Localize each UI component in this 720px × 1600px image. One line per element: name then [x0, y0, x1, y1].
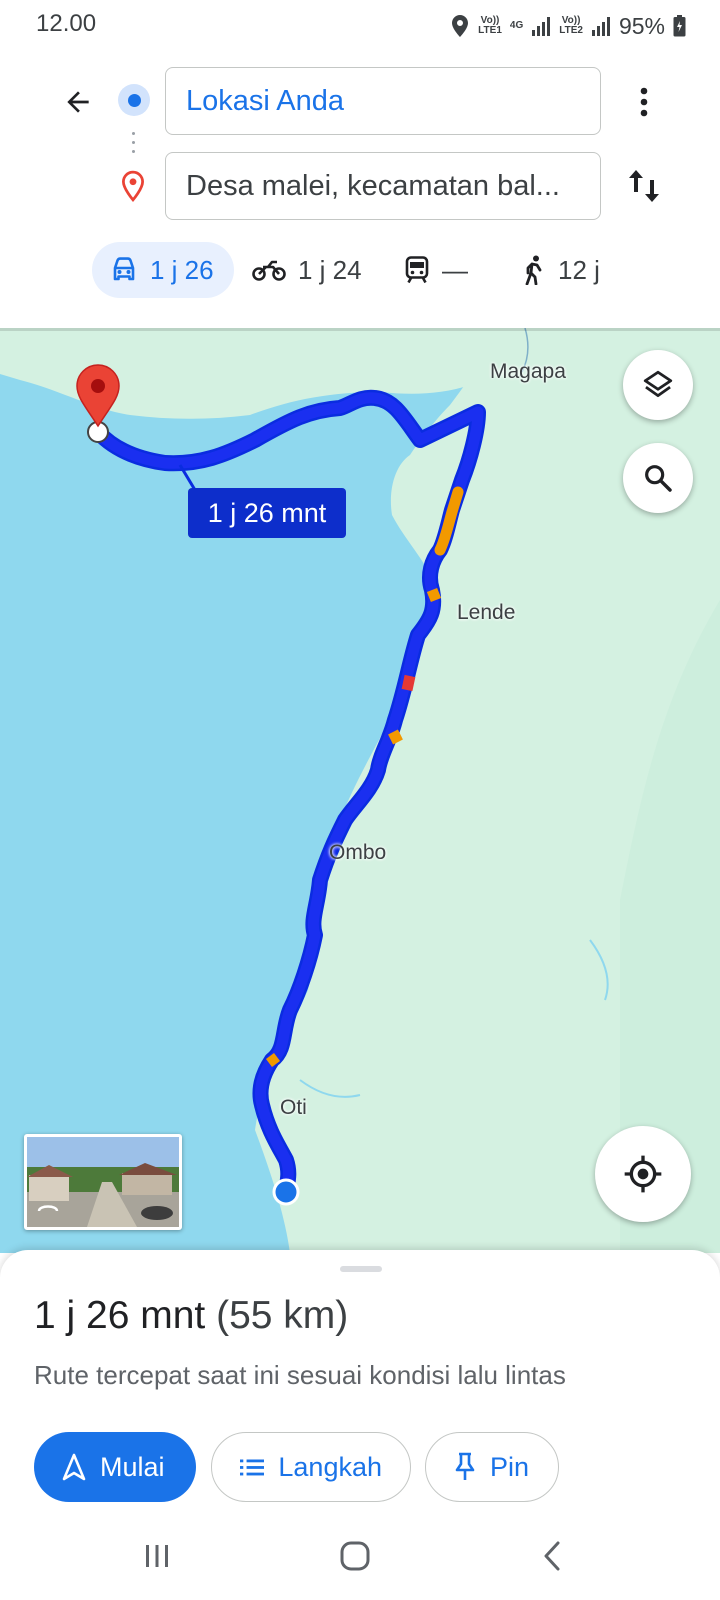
car-icon [113, 257, 135, 281]
directions-header: Lokasi Anda Desa malei, kecamatan bal...… [0, 52, 720, 328]
mode-motorcycle-tab[interactable]: 1 j 24 [252, 242, 362, 298]
map-view[interactable]: Magapa Lende Ombo Oti 1 j 26 mnt [0, 328, 720, 1253]
motorcycle-icon [252, 260, 286, 281]
traffic-slow-segment [266, 1053, 280, 1067]
place-label-ombo: Ombo [329, 841, 387, 864]
battery-percent: 95% [618, 12, 665, 39]
origin-dot-icon [118, 84, 150, 116]
walk-icon [525, 255, 542, 285]
pushpin-icon [455, 1452, 475, 1480]
layers-icon [643, 370, 673, 398]
mode-walk-tab[interactable]: 12 j [522, 242, 600, 298]
system-nav-bar [0, 1516, 720, 1600]
sheet-drag-handle[interactable] [340, 1266, 382, 1272]
more-vert-icon [640, 87, 648, 117]
back-nav-button[interactable] [522, 1536, 582, 1576]
network-label: 4G [509, 20, 524, 31]
sim2-label: Vo)) LTE2 [559, 15, 583, 36]
battery-icon [673, 15, 686, 37]
mode-walk-label: 12 j [558, 254, 600, 285]
start-label: Mulai [100, 1451, 165, 1482]
route-distance: (55 km) [216, 1294, 349, 1337]
mode-transit-label: — [442, 254, 468, 285]
place-label-magapa: Magapa [490, 360, 566, 383]
route-duration: 1 j 26 mnt [34, 1294, 206, 1337]
mode-car-label: 1 j 26 [150, 254, 214, 285]
steps-button[interactable]: Langkah [211, 1432, 411, 1502]
home-button[interactable] [325, 1536, 385, 1576]
pin-label: Pin [490, 1451, 530, 1482]
mode-motorcycle-label: 1 j 24 [298, 254, 362, 285]
street-view-image [27, 1137, 179, 1227]
route-time-label[interactable]: 1 j 26 mnt [188, 488, 346, 538]
signal-icon [591, 17, 610, 36]
pin-button[interactable]: Pin [425, 1432, 559, 1502]
street-view-thumbnail[interactable] [24, 1134, 182, 1230]
swap-button[interactable] [620, 162, 668, 210]
travel-mode-bar: 1 j 26 1 j 24 — 12 j [0, 242, 720, 298]
navigation-arrow-icon [62, 1453, 86, 1481]
status-bar: 12.00 Vo)) LTE1 4G Vo)) LTE2 95% [0, 0, 720, 52]
sim1-label: Vo)) LTE1 [478, 15, 502, 36]
current-location-dot [272, 1178, 300, 1206]
place-label-oti: Oti [280, 1096, 307, 1119]
signal-icon [532, 17, 551, 36]
map-layers-button[interactable] [623, 350, 693, 420]
transit-icon [405, 256, 429, 284]
destination-pin-icon [122, 170, 144, 202]
recent-apps-icon [146, 1545, 168, 1567]
crosshair-icon [624, 1155, 662, 1193]
my-location-button[interactable] [595, 1126, 691, 1222]
back-button[interactable] [52, 78, 104, 126]
location-icon [452, 15, 469, 37]
map-search-button[interactable] [623, 443, 693, 513]
place-label-lende: Lende [457, 601, 516, 624]
route-connector [132, 132, 136, 159]
more-options-button[interactable] [622, 78, 666, 126]
mode-car-tab[interactable]: 1 j 26 [92, 242, 234, 298]
route-subtitle: Rute tercepat saat ini sesuai kondisi la… [34, 1360, 566, 1390]
search-icon [645, 465, 672, 492]
header-shadow [0, 328, 720, 331]
origin-input[interactable]: Lokasi Anda [165, 67, 601, 135]
mode-transit-tab[interactable]: — [404, 242, 468, 298]
map-canvas [0, 328, 720, 1253]
destination-input[interactable]: Desa malei, kecamatan bal... [165, 152, 601, 220]
recent-apps-button[interactable] [127, 1536, 187, 1576]
traffic-jam-segment [401, 674, 416, 692]
steps-label: Langkah [278, 1451, 382, 1482]
status-time: 12.00 [36, 10, 97, 37]
start-navigation-button[interactable]: Mulai [34, 1432, 196, 1502]
chevron-left-icon [544, 1541, 560, 1571]
traffic-slow-segment [426, 587, 442, 603]
route-summary: 1 j 26 mnt (55 km) [34, 1294, 348, 1338]
back-arrow-icon [67, 91, 89, 113]
traffic-slow-segment [388, 729, 403, 745]
home-icon [340, 1541, 370, 1571]
status-icons: Vo)) LTE1 4G Vo)) LTE2 95% [450, 10, 686, 42]
swap-icon [629, 170, 659, 202]
list-icon [240, 1459, 265, 1476]
